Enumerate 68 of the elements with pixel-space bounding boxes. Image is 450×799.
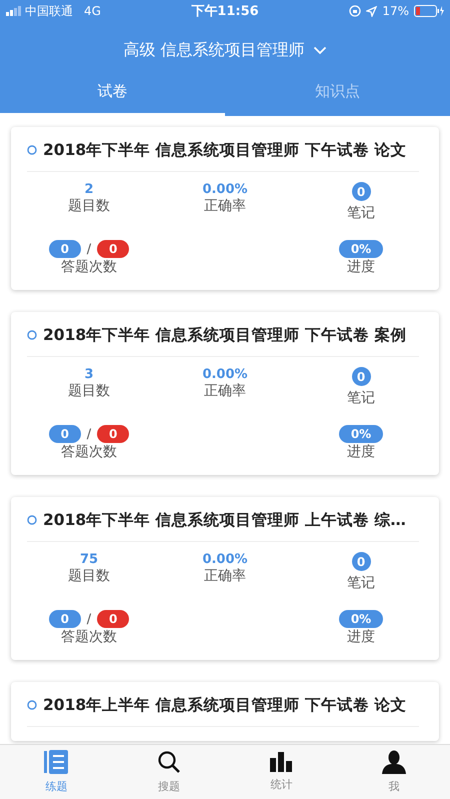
separator: / [86,426,92,442]
tab[interactable]: 试卷 [0,70,225,116]
stat-label: 正确率 [204,567,246,585]
paper-title: 2018年下半年 信息系统项目管理师 下午试卷 案例 [43,324,406,346]
circle-icon [27,330,37,340]
location-icon [366,6,378,16]
question-count: 2 [84,182,94,197]
stat-label: 正确率 [204,197,246,215]
wrong-count: 0 [97,240,130,258]
wrong-count: 0 [97,610,130,628]
paper-title: 2018年下半年 信息系统项目管理师 上午试卷 综… [43,510,406,530]
progress-value: 0% [339,425,383,443]
stat-label: 进度 [347,443,375,461]
nav-item[interactable]: 练题 [0,745,112,799]
paper-card[interactable]: 2018年上半年 信息系统项目管理师 下午试卷 论文 [11,682,439,741]
stat-label: 答题次数 [61,258,117,276]
paper-title: 2018年下半年 信息系统项目管理师 下午试卷 论文 [43,140,406,160]
bar-chart-icon [270,752,292,772]
search-icon [156,750,181,774]
accuracy-value: 0.00% [202,182,248,197]
stat-label: 进度 [347,628,375,646]
answered-count: 0 [48,610,81,628]
question-count: 3 [84,367,94,382]
nav-item[interactable]: 我 [338,745,450,799]
separator: / [86,242,92,256]
circle-icon [27,700,37,710]
battery-charging-icon [414,5,444,17]
stat-label: 题目数 [68,382,110,400]
carrier-name: 中国联通 [25,2,73,20]
nav-item[interactable]: 统计 [225,745,338,799]
paper-card[interactable]: 2018年下半年 信息系统项目管理师 下午试卷 案例 3 题目数 0.00% 正确率 0 笔记 0 / 0 答题次数 0% 进度 [11,312,439,475]
stat-label: 笔记 [347,204,375,222]
progress-value: 0% [339,610,383,628]
nav-item[interactable]: 搜题 [112,745,225,799]
notes-count: 0 [352,552,370,571]
stat-label: 笔记 [347,574,375,592]
list-icon [44,750,68,774]
wrong-count: 0 [97,425,130,443]
accuracy-value: 0.00% [202,552,248,567]
circle-icon [27,515,37,525]
answered-count: 0 [48,240,81,258]
battery-percent: 17% [382,4,409,18]
stat-label: 正确率 [204,382,246,400]
accuracy-value: 0.00% [202,367,248,382]
exam-selector[interactable]: 高级 信息系统项目管理师 [117,30,333,70]
circle-icon [27,145,37,155]
answered-count: 0 [48,425,81,443]
notes-count: 0 [352,367,370,386]
paper-title: 2018年上半年 信息系统项目管理师 下午试卷 论文 [43,694,406,716]
network-type: 4G [84,4,101,18]
stat-label: 进度 [347,258,375,276]
person-icon [382,750,406,774]
chevron-down-icon [312,46,327,54]
paper-card[interactable]: 2018年下半年 信息系统项目管理师 下午试卷 论文 2 题目数 0.00% 正确率 0 笔记 0 / 0 答题次数 0% 进度 [11,127,439,290]
notes-count: 0 [352,182,370,201]
progress-value: 0% [339,240,383,258]
status-time: 下午11:56 [191,3,259,20]
stat-label: 笔记 [347,389,375,407]
stat-label: 答题次数 [61,628,117,646]
stat-label: 题目数 [68,567,110,585]
lock-rotation-icon [349,5,362,17]
stat-label: 答题次数 [61,443,117,461]
separator: / [86,612,92,626]
stat-label: 题目数 [68,197,110,215]
question-count: 75 [80,552,98,567]
tab[interactable]: 知识点 [225,70,450,116]
paper-card[interactable]: 2018年下半年 信息系统项目管理师 上午试卷 综… 75 题目数 0.00% 正确率 0 笔记 0 / 0 答题次数 0% 进度 [11,497,439,660]
signal-icon [6,6,22,16]
